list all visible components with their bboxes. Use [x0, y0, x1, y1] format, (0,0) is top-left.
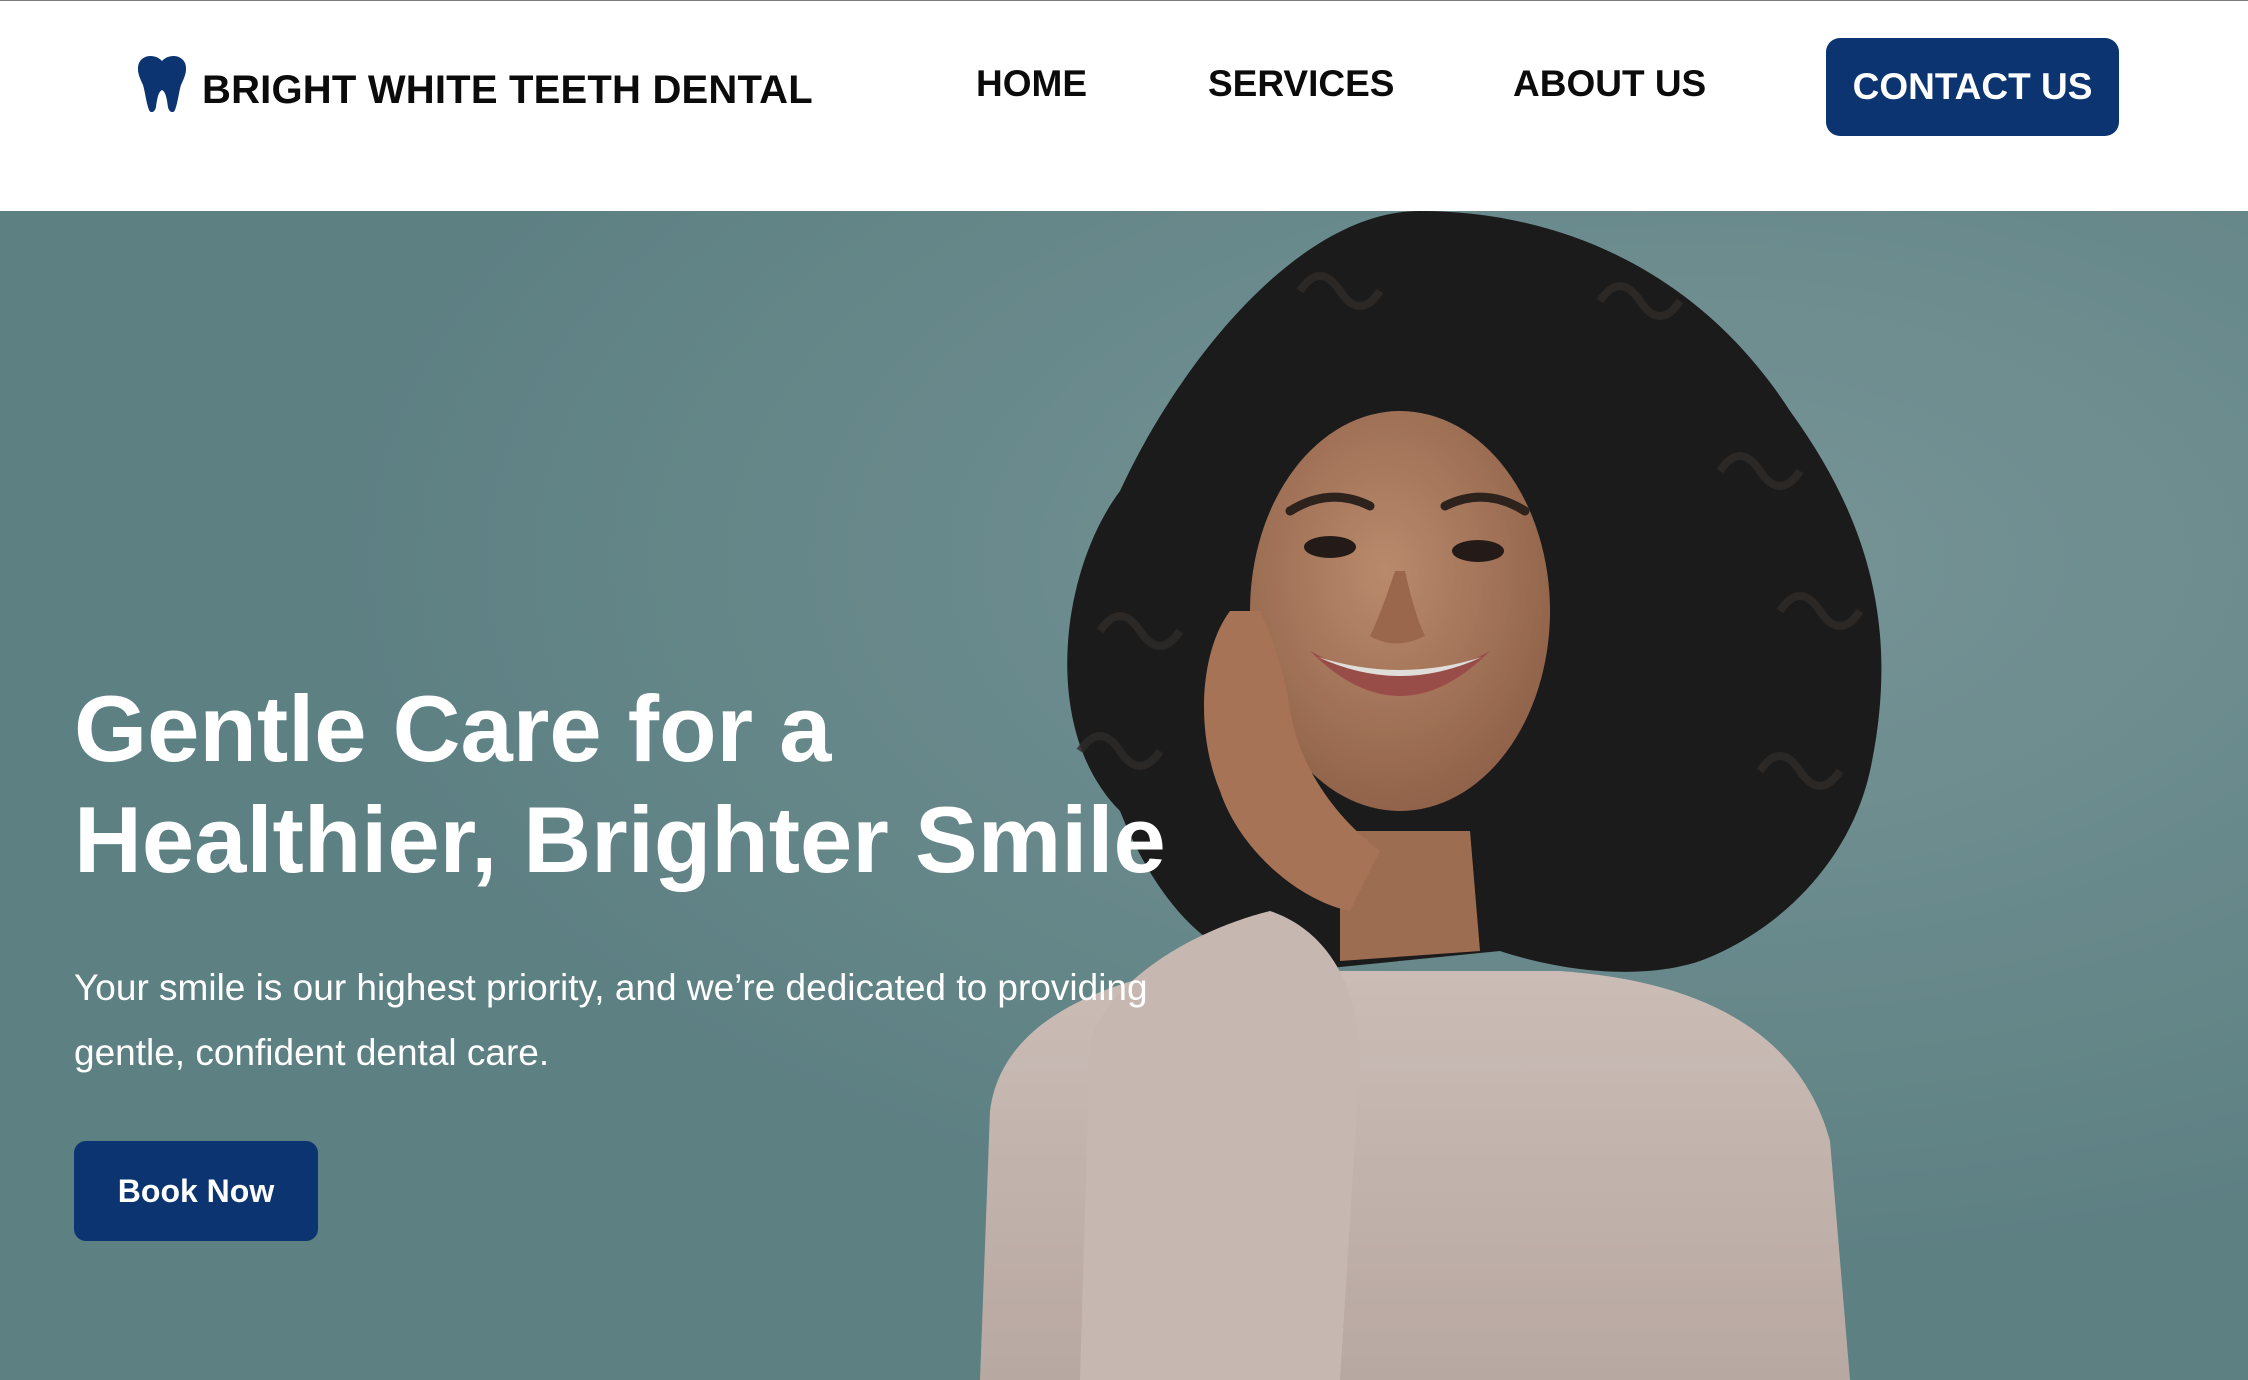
contact-us-button[interactable]: CONTACT US [1826, 38, 2119, 136]
brand-name: BRIGHT WHITE TEETH DENTAL [202, 67, 813, 112]
hero-title: Gentle Care for a Healthier, Brighter Sm… [74, 673, 1274, 895]
site-header: BRIGHT WHITE TEETH DENTAL HOME SERVICES … [0, 0, 2248, 211]
tooth-icon [137, 56, 187, 112]
hero-section: Gentle Care for a Healthier, Brighter Sm… [0, 211, 2248, 1380]
brand-logo[interactable]: BRIGHT WHITE TEETH DENTAL [137, 53, 813, 113]
hero-subtitle-line-1: Your smile is our highest priority, and … [74, 967, 1148, 1008]
hero-subtitle-line-2: gentle, confident dental care. [74, 1032, 550, 1073]
nav-link-about-us[interactable]: ABOUT US [1513, 63, 1706, 105]
hero-subtitle: Your smile is our highest priority, and … [74, 955, 1294, 1085]
hero-title-line-1: Gentle Care for a [74, 676, 832, 781]
page: BRIGHT WHITE TEETH DENTAL HOME SERVICES … [0, 0, 2248, 1380]
book-now-button[interactable]: Book Now [74, 1141, 318, 1241]
hero-title-line-2: Healthier, Brighter Smile [74, 787, 1166, 892]
nav-link-services[interactable]: SERVICES [1208, 63, 1394, 105]
nav-link-home[interactable]: HOME [976, 63, 1087, 105]
